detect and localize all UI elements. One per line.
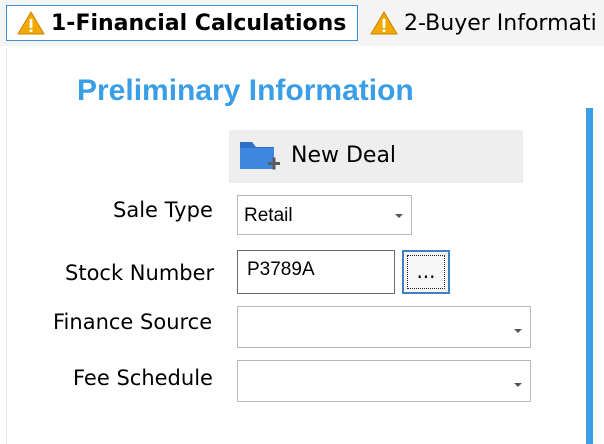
dropdown-arrow-icon — [395, 214, 403, 218]
stock-number-label: Stock Number — [65, 261, 215, 285]
warning-icon — [370, 11, 398, 35]
dropdown-arrow-icon — [514, 329, 522, 333]
warning-icon — [17, 11, 45, 35]
fee-schedule-label: Fee Schedule — [73, 366, 213, 390]
stock-number-value: P3789A — [247, 259, 315, 280]
tab-label: 1-Financial Calculations — [51, 10, 347, 36]
new-folder-icon — [240, 142, 280, 170]
new-deal-button[interactable]: New Deal — [229, 130, 523, 183]
new-deal-label: New Deal — [291, 143, 397, 168]
stock-number-input[interactable]: P3789A — [237, 250, 395, 294]
finance-source-select[interactable] — [237, 306, 531, 348]
tab-bar: 1-Financial Calculations 2-Buyer Informa… — [0, 0, 604, 46]
finance-source-label: Finance Source — [53, 310, 213, 334]
sale-type-select[interactable]: Retail — [237, 195, 412, 235]
stock-lookup-button[interactable]: ... — [402, 250, 450, 294]
section-title: Preliminary Information — [77, 74, 414, 107]
sale-type-value: Retail — [244, 205, 293, 226]
fee-schedule-select[interactable] — [237, 360, 531, 402]
stock-lookup-label: ... — [416, 259, 436, 283]
sale-type-label: Sale Type — [113, 198, 213, 222]
tab-label: 2-Buyer Informati — [404, 10, 597, 36]
dropdown-arrow-icon — [514, 383, 522, 387]
tab-buyer-information[interactable]: 2-Buyer Informati — [366, 5, 597, 41]
vertical-scrollbar[interactable] — [586, 108, 593, 444]
tab-financial-calculations[interactable]: 1-Financial Calculations — [6, 5, 358, 41]
panel-border — [6, 48, 7, 444]
